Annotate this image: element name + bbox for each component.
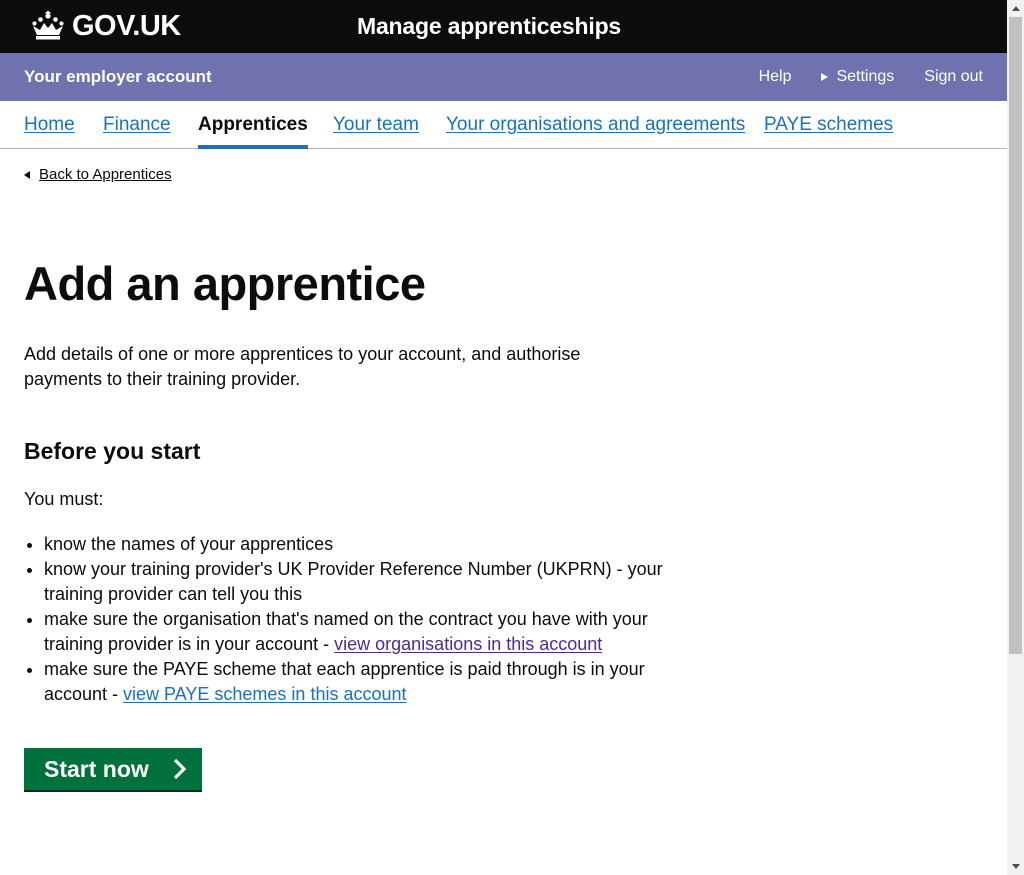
list-item: make sure the PAYE scheme that each appr… (44, 657, 684, 707)
nav-item-paye-schemes[interactable]: PAYE schemes (764, 112, 893, 137)
account-bar: Your employer account Help Settings Sign… (0, 53, 1007, 101)
start-now-button[interactable]: Start now (24, 748, 202, 790)
view-organisations-link[interactable]: view organisations in this account (334, 634, 602, 654)
list-item: know the names of your apprentices (44, 532, 684, 557)
settings-link[interactable]: Settings (821, 66, 894, 88)
nav-item-home[interactable]: Home (24, 112, 75, 137)
service-name[interactable]: Manage apprenticeships (357, 11, 621, 41)
nav-item-your-team[interactable]: Your team (333, 112, 419, 137)
nav-item-organisations-and-agreements[interactable]: Your organisations and agreements (446, 112, 745, 137)
view-paye-schemes-link[interactable]: view PAYE schemes in this account (123, 684, 406, 704)
account-title[interactable]: Your employer account (24, 66, 212, 88)
main-navigation: Home Finance Apprentices Your team Your … (0, 101, 1007, 149)
scrollbar-thumb[interactable] (1009, 17, 1022, 654)
back-link-label: Back to Apprentices (39, 166, 172, 183)
nav-item-apprentices[interactable]: Apprentices (198, 112, 308, 149)
chevron-right-icon (173, 758, 187, 780)
requirements-list: know the names of your apprentices know … (24, 532, 684, 707)
page: GOV.UK Manage apprenticeships Your emplo… (0, 0, 1007, 875)
sign-out-link[interactable]: Sign out (924, 66, 983, 88)
back-link[interactable]: Back to Apprentices (24, 165, 172, 185)
triangle-left-icon (24, 171, 30, 179)
nav-item-finance[interactable]: Finance (103, 112, 171, 137)
triangle-right-icon (821, 73, 829, 81)
crown-icon (32, 11, 64, 40)
govuk-logo-link[interactable]: GOV.UK (30, 9, 181, 43)
lead-paragraph: Add details of one or more apprentices t… (24, 344, 581, 389)
help-link[interactable]: Help (759, 66, 792, 88)
section-heading: Before you start (24, 438, 201, 464)
vertical-scrollbar[interactable] (1007, 0, 1024, 875)
list-item: know your training provider's UK Provide… (44, 557, 684, 607)
scroll-down-arrow-icon[interactable] (1007, 858, 1024, 875)
govuk-header: GOV.UK Manage apprenticeships (0, 0, 1007, 53)
scroll-up-arrow-icon[interactable] (1007, 0, 1024, 17)
start-now-label: Start now (44, 756, 149, 782)
you-must-label: You must: (24, 489, 104, 509)
govuk-logo-text: GOV.UK (72, 10, 181, 42)
settings-label: Settings (836, 68, 895, 85)
list-item-text: know your training provider's UK Provide… (44, 559, 663, 604)
page-title: Add an apprentice (24, 257, 426, 310)
list-item-text: know the names of your apprentices (44, 534, 334, 554)
account-links: Help Settings Sign out (729, 66, 983, 88)
list-item: make sure the organisation that's named … (44, 607, 684, 657)
